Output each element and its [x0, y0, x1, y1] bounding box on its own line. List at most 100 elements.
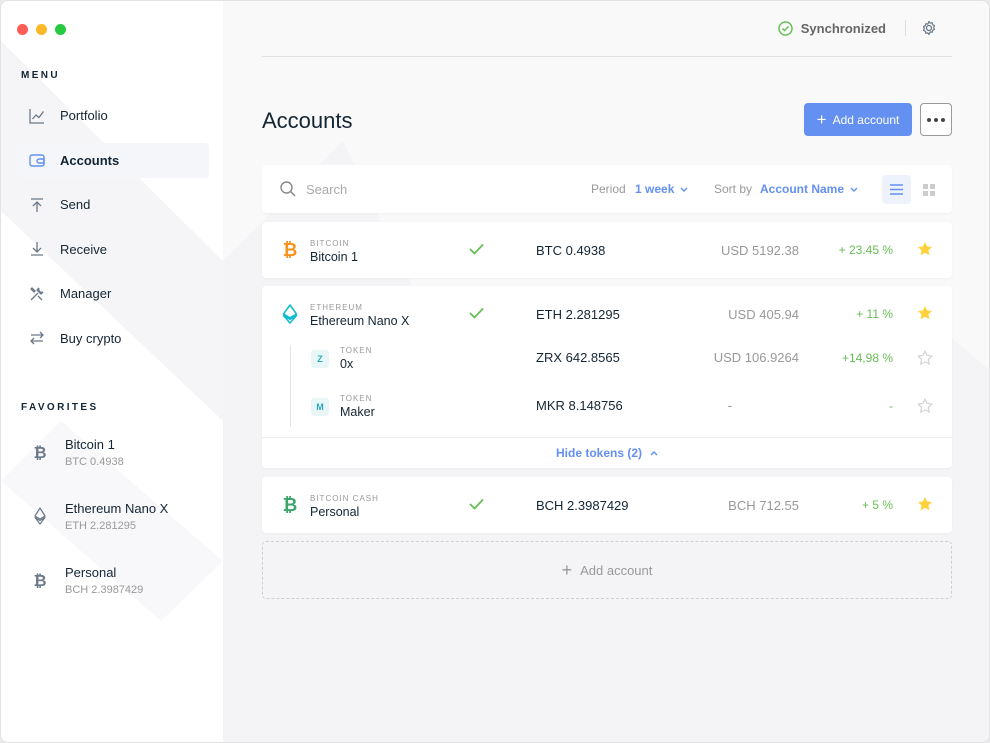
plus-icon: +: [561, 560, 573, 580]
star-icon[interactable]: [917, 496, 933, 517]
sidebar-item-manager[interactable]: Manager: [16, 276, 209, 311]
favorite-item[interactable]: ₿ Bitcoin 1 BTC 0.4938: [31, 433, 211, 471]
favorite-item[interactable]: ₿ Personal BCH 2.3987429: [31, 561, 211, 599]
account-currency: BITCOIN CASH: [310, 494, 379, 503]
sort-select[interactable]: Account Name: [760, 182, 858, 196]
token-name: 0x: [340, 357, 354, 371]
favorite-balance: ETH 2.281295: [65, 519, 136, 532]
favorites-title: FAVORITES: [21, 402, 99, 413]
favorite-name: Personal: [65, 564, 117, 580]
bitcoin-icon: ₿: [281, 495, 299, 515]
add-account-dashed-button[interactable]: + Add account: [262, 541, 952, 599]
period-select[interactable]: 1 week: [635, 182, 688, 196]
tools-icon: [29, 286, 45, 302]
bitcoin-icon: ₿: [31, 443, 49, 461]
bitcoin-icon: ₿: [281, 240, 299, 260]
arrow-up-icon: [29, 197, 45, 213]
account-name: Bitcoin 1: [310, 250, 358, 264]
sidebar: MENU Portfolio Accounts Send Receive Man…: [1, 1, 223, 742]
plus-icon: +: [816, 110, 827, 129]
ethereum-icon: [281, 304, 299, 324]
minimize-window-button[interactable]: [36, 24, 47, 35]
account-fiat-value: USD 5192.38: [720, 243, 799, 258]
token-change: -: [889, 399, 893, 413]
list-icon: [890, 184, 903, 195]
favorite-balance: BCH 2.3987429: [65, 583, 144, 596]
token-fiat-value: -: [727, 398, 732, 413]
account-name: Ethereum Nano X: [310, 314, 410, 328]
account-row[interactable]: ETHEREUM Ethereum Nano X ETH 2.281295 US…: [262, 286, 952, 468]
favorite-item[interactable]: Ethereum Nano X ETH 2.281295: [31, 497, 211, 535]
hide-tokens-label: Hide tokens (2): [555, 446, 642, 460]
grid-view-button[interactable]: [914, 175, 943, 204]
sidebar-item-receive[interactable]: Receive: [16, 232, 209, 267]
ethereum-icon: [31, 507, 49, 525]
search-icon: [280, 181, 296, 202]
sidebar-item-label: Accounts: [60, 152, 120, 168]
star-icon[interactable]: [917, 241, 933, 262]
favorites-list: ₿ Bitcoin 1 BTC 0.4938 Ethereum Nano X E…: [31, 433, 211, 625]
sort-label: Sort by: [714, 182, 753, 196]
hide-tokens-button[interactable]: Hide tokens (2): [262, 437, 952, 468]
period-label: Period: [591, 182, 626, 196]
sidebar-item-label: Send: [60, 197, 91, 212]
account-currency: BITCOIN: [310, 239, 350, 248]
token-fiat-value: USD 106.9264: [713, 350, 799, 365]
chart-line-icon: [29, 108, 45, 124]
star-outline-icon[interactable]: [917, 398, 933, 419]
sidebar-item-label: Manager: [60, 286, 112, 301]
chevron-up-icon: [650, 450, 658, 455]
token-row[interactable]: M TOKEN Maker MKR 8.148756 - -: [262, 385, 952, 431]
token-name: Maker: [340, 405, 375, 419]
add-account-label: Add account: [832, 112, 900, 127]
chevron-down-icon: [850, 187, 858, 192]
sidebar-item-label: Buy crypto: [60, 330, 122, 346]
star-outline-icon[interactable]: [917, 350, 933, 371]
check-circle-icon: [778, 21, 793, 36]
sidebar-item-buy-crypto[interactable]: Buy crypto: [16, 321, 209, 356]
sidebar-item-portfolio[interactable]: Portfolio: [16, 98, 209, 133]
token-type: TOKEN: [340, 394, 373, 403]
synced-check-icon: [469, 497, 484, 515]
sidebar-item-accounts[interactable]: Accounts: [16, 142, 209, 178]
dot-icon: [927, 117, 931, 122]
account-row[interactable]: ₿ BITCOIN Bitcoin 1 BTC 0.4938 USD 5192.…: [262, 222, 952, 278]
maximize-window-button[interactable]: [55, 24, 66, 35]
account-balance: BCH 2.3987429: [536, 498, 629, 513]
star-icon[interactable]: [917, 305, 933, 326]
account-change: + 11 %: [856, 307, 893, 321]
account-name: Personal: [310, 505, 360, 519]
chevron-down-icon: [680, 187, 688, 192]
account-balance: BTC 0.4938: [536, 243, 606, 258]
close-window-button[interactable]: [17, 24, 28, 35]
svg-text:₿: ₿: [33, 571, 46, 589]
sidebar-item-send[interactable]: Send: [16, 187, 209, 222]
list-view-button[interactable]: [882, 175, 911, 204]
main-content: Synchronized Accounts + Add account Peri…: [223, 1, 989, 742]
period-value: 1 week: [635, 182, 675, 196]
token-change: +14,98 %: [841, 351, 893, 365]
sidebar-item-label: Portfolio: [60, 108, 108, 123]
divider: [905, 20, 906, 36]
search-input[interactable]: [306, 179, 506, 199]
settings-button[interactable]: [921, 20, 937, 41]
token-balance: ZRX 642.8565: [536, 350, 620, 365]
more-options-button[interactable]: [920, 103, 952, 136]
add-account-button[interactable]: + Add account: [804, 103, 912, 136]
account-fiat-value: BCH 712.55: [728, 498, 799, 513]
svg-text:₿: ₿: [283, 495, 298, 515]
dot-icon: [941, 117, 945, 122]
token-badge-icon: Z: [311, 350, 329, 368]
sidebar-nav: Portfolio Accounts Send Receive Manager …: [16, 98, 209, 365]
token-row[interactable]: Z TOKEN 0x ZRX 642.8565 USD 106.9264 +14…: [262, 337, 952, 383]
account-row[interactable]: ₿ BITCOIN CASH Personal BCH 2.3987429 BC…: [262, 477, 952, 533]
sync-status: Synchronized: [778, 21, 886, 36]
app-window: MENU Portfolio Accounts Send Receive Man…: [0, 0, 990, 743]
window-controls: [17, 24, 66, 35]
sync-status-label: Synchronized: [800, 21, 886, 36]
exchange-icon: [29, 330, 45, 346]
synced-check-icon: [469, 242, 484, 260]
page-title: Accounts: [262, 108, 353, 133]
favorite-name: Ethereum Nano X: [65, 500, 169, 516]
synced-check-icon: [469, 306, 484, 324]
